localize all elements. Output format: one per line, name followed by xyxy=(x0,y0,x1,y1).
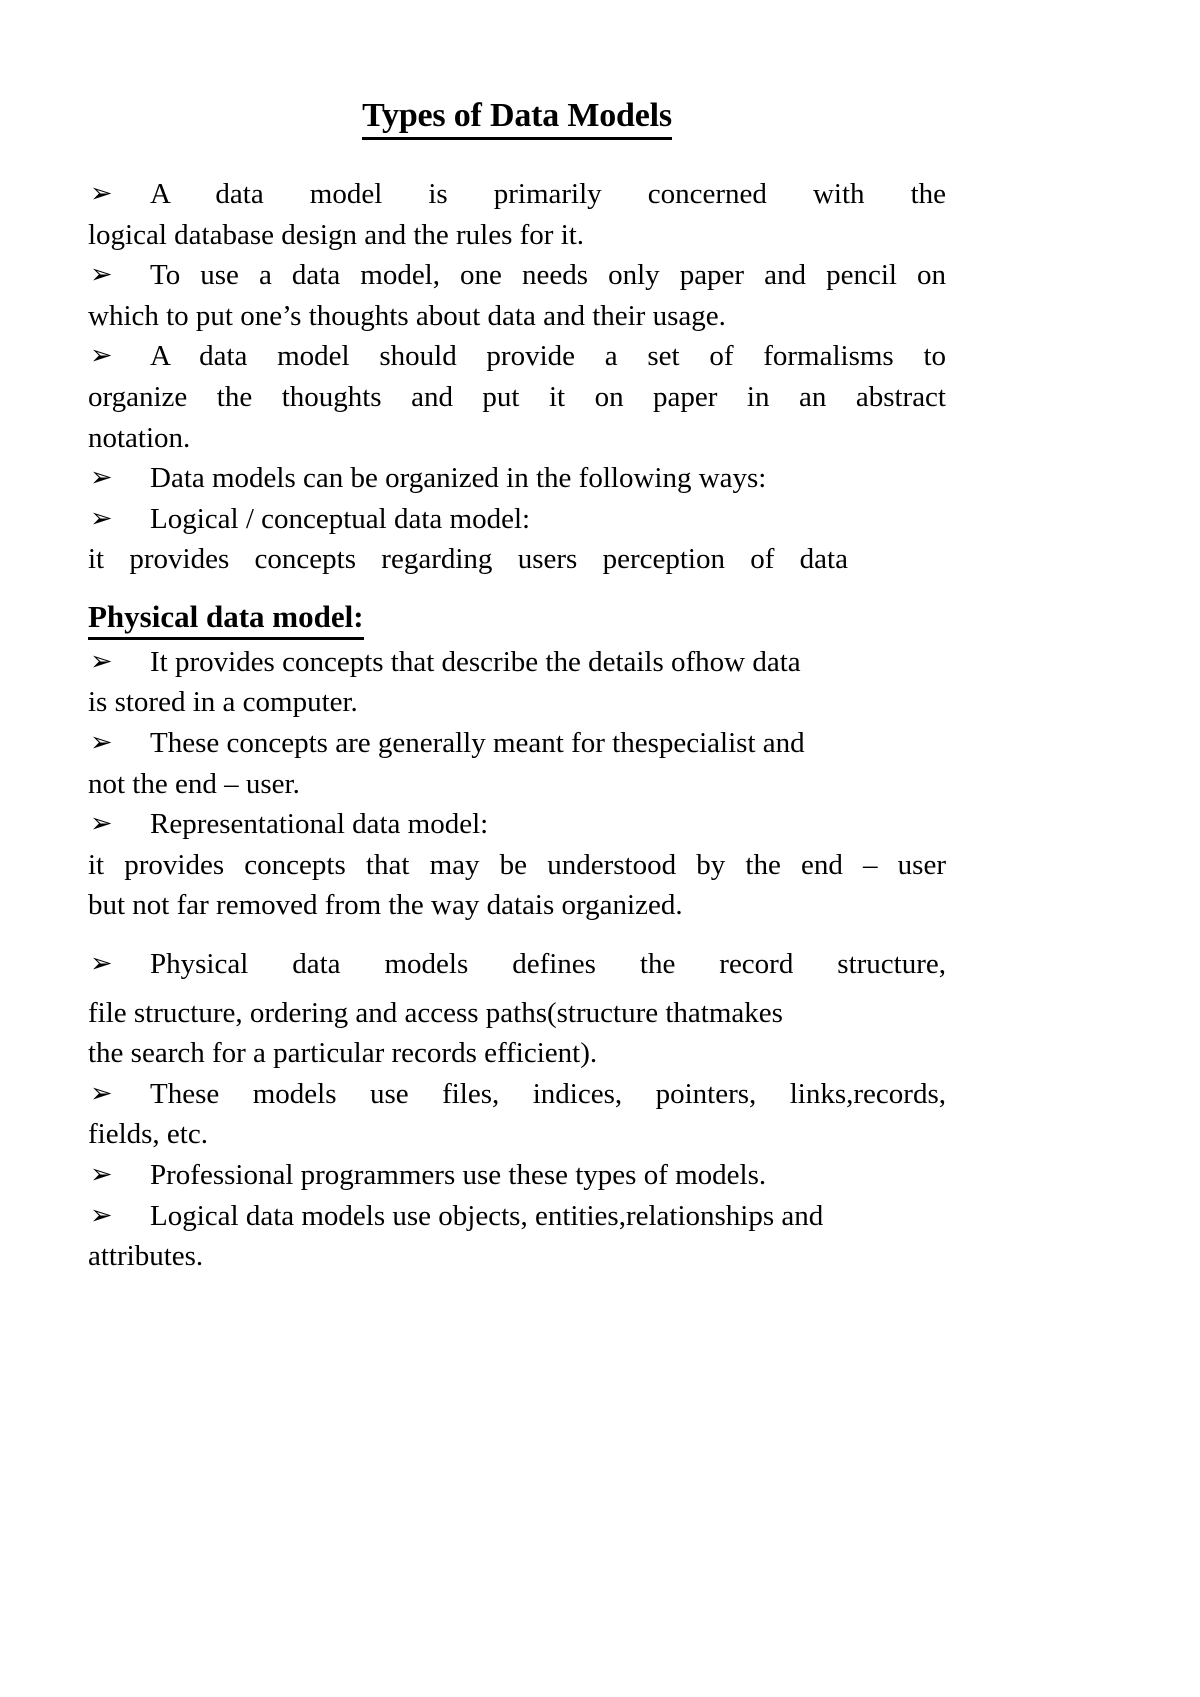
page-title: Types of Data Models xyxy=(88,96,946,141)
section-heading-text: Physical data model: xyxy=(88,598,364,640)
bullet-arrow-icon: ➢ xyxy=(90,178,113,209)
bullet-text-line: Logical / conceptual data model: xyxy=(150,502,531,535)
bullet-arrow-icon: ➢ xyxy=(90,259,113,290)
bullet-item: ➢ Logical / conceptual data model: xyxy=(88,499,946,540)
bullet-text-line: A data model should provide a set of for… xyxy=(150,340,946,373)
bullet-item: ➢ Data models can be organized in the fo… xyxy=(88,458,946,499)
bullet-arrow-icon: ➢ xyxy=(90,1077,113,1108)
continuation-line: organize the thoughts and put it on pape… xyxy=(88,381,946,414)
bullet-arrow-icon: ➢ xyxy=(90,727,113,758)
bullet-arrow-icon: ➢ xyxy=(90,948,113,978)
continuation-line: logical database design and the rules fo… xyxy=(88,218,585,251)
continuation-line: which to put one’s thoughts about data a… xyxy=(88,299,726,332)
bullet-item: ➢ Professional programmers use these typ… xyxy=(88,1155,946,1196)
continuation-line: notation. xyxy=(88,421,191,454)
bullet-text-line: Data models can be organized in the foll… xyxy=(150,462,767,495)
continuation-line: the search for a particular records effi… xyxy=(88,1037,598,1070)
bullet-text-line: It provides concepts that describe the d… xyxy=(150,645,801,678)
continuation-line: file structure, ordering and access path… xyxy=(88,996,783,1029)
paragraph-line: but not far removed from the way datais … xyxy=(88,889,683,922)
bullet-arrow-icon: ➢ xyxy=(90,1158,113,1189)
continuation-line: is stored in a computer. xyxy=(88,686,358,719)
bullet-item: ➢ It provides concepts that describe the… xyxy=(88,642,946,683)
continuation-line: attributes. xyxy=(88,1240,204,1273)
continuation-line: fields, etc. xyxy=(88,1118,208,1151)
section-heading: Physical data model: xyxy=(88,598,946,640)
bullet-item: ➢ Physical data models defines the recor… xyxy=(88,944,946,985)
bullet-item: ➢ A data model should provide a set of f… xyxy=(88,336,946,377)
bullet-text-line: A data model is primarily concerned with… xyxy=(150,178,946,211)
bullet-text-line: Professional programmers use these types… xyxy=(150,1158,767,1191)
section-physical-data-model: Physical data model: ➢ It provides conce… xyxy=(88,598,946,1277)
bullet-item: ➢ Logical data models use objects, entit… xyxy=(88,1196,946,1237)
bullet-item: ➢ Representational data model: xyxy=(88,804,946,845)
section-intro: ➢ A data model is primarily concerned wi… xyxy=(88,174,946,580)
bullet-arrow-icon: ➢ xyxy=(90,645,113,676)
paragraph-line: it provides concepts that may be underst… xyxy=(88,848,946,881)
bullet-text-line: Representational data model: xyxy=(150,808,489,841)
paragraph-line: it provides concepts regarding users per… xyxy=(88,543,848,576)
bullet-arrow-icon: ➢ xyxy=(90,340,113,371)
bullet-text-line: Logical data models use objects, entitie… xyxy=(150,1199,824,1232)
bullet-text-line: These models use files, indices, pointer… xyxy=(150,1077,946,1110)
bullet-arrow-icon: ➢ xyxy=(90,502,113,533)
bullet-item: ➢ These models use files, indices, point… xyxy=(88,1074,946,1115)
bullet-arrow-icon: ➢ xyxy=(90,462,113,493)
continuation-line: not the end – user. xyxy=(88,767,300,800)
bullet-arrow-icon: ➢ xyxy=(90,1199,113,1230)
document-page: Types of Data Models ➢ A data model is p… xyxy=(0,0,1200,1697)
bullet-arrow-icon: ➢ xyxy=(90,808,113,839)
document-body: Types of Data Models ➢ A data model is p… xyxy=(88,96,946,1277)
bullet-text-line: Physical data models defines the record … xyxy=(150,948,946,980)
bullet-item: ➢ These concepts are generally meant for… xyxy=(88,723,946,764)
bullet-text-line: To use a data model, one needs only pape… xyxy=(150,259,946,292)
bullet-text-line: These concepts are generally meant for t… xyxy=(150,727,805,760)
bullet-item: ➢ To use a data model, one needs only pa… xyxy=(88,255,946,296)
bullet-item: ➢ A data model is primarily concerned wi… xyxy=(88,174,946,215)
page-title-text: Types of Data Models xyxy=(362,96,672,141)
